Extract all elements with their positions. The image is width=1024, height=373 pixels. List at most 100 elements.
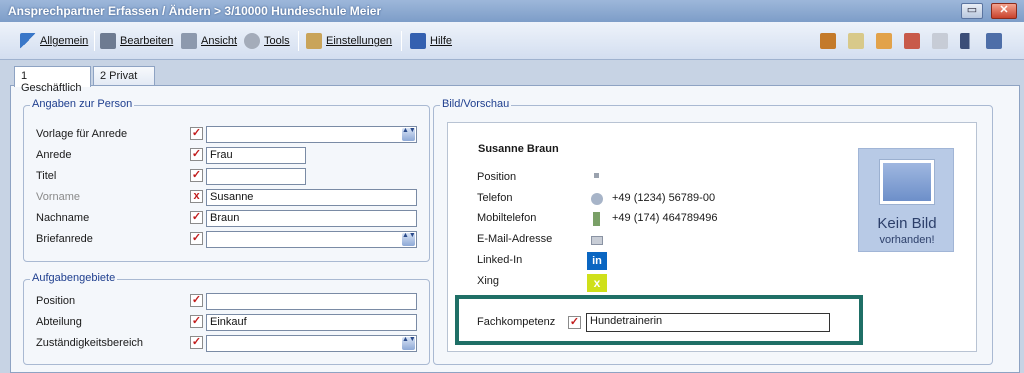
- view-icon: [181, 33, 197, 49]
- check-icon[interactable]: ✓: [190, 127, 203, 140]
- tasks-group: Aufgabengebiete Position ✓ Abteilung ✓ E…: [23, 272, 430, 365]
- edit-icon: [100, 33, 116, 49]
- menu-label: Einstellungen: [326, 35, 393, 47]
- xing-icon[interactable]: x: [587, 274, 607, 292]
- address-card-icon[interactable]: [848, 33, 864, 49]
- menu-hilfe[interactable]: Hilfe: [410, 32, 452, 50]
- field-label: Abteilung: [36, 316, 82, 328]
- check-icon[interactable]: ✓: [190, 148, 203, 161]
- menu-einstellungen[interactable]: Einstellungen: [306, 32, 392, 50]
- field-label: Briefanrede: [36, 233, 93, 245]
- vorname-input[interactable]: Susanne: [206, 189, 417, 206]
- dropdown-spin-icon[interactable]: ▲▼: [402, 127, 416, 141]
- field-label: Titel: [36, 170, 57, 182]
- field-briefanrede: Briefanrede ✓ ▲▼: [24, 230, 424, 250]
- check-icon[interactable]: ✓: [190, 294, 203, 307]
- field-label: Position: [36, 295, 76, 307]
- help-icon: [410, 33, 426, 49]
- no-picture-text: Kein Bild: [877, 215, 937, 232]
- separator: [94, 31, 95, 51]
- field-vorlage-anrede: Vorlage für Anrede ✓ ▲▼: [24, 125, 424, 145]
- check-icon[interactable]: ✓: [190, 232, 203, 245]
- no-picture-placeholder[interactable]: Kein Bild vorhanden!: [858, 148, 954, 252]
- save-icon[interactable]: [986, 33, 1002, 49]
- picture-placeholder-icon: [879, 159, 935, 205]
- card-row-telefon: Telefon: [477, 192, 513, 204]
- card-row-position: Position: [477, 171, 517, 183]
- check-icon[interactable]: ✓: [190, 315, 203, 328]
- contact-name: Susanne Braun: [478, 143, 559, 155]
- linkedin-icon[interactable]: in: [587, 252, 607, 270]
- check-icon[interactable]: ✓: [190, 169, 203, 182]
- arrow-icon: [20, 33, 36, 49]
- field-vorname: Vorname x Susanne: [24, 188, 424, 208]
- field-abteilung: Abteilung ✓ Einkauf: [24, 313, 424, 333]
- table-icon[interactable]: [904, 33, 920, 49]
- briefcase-icon[interactable]: [820, 33, 836, 49]
- vorlage-anrede-select[interactable]: ▲▼: [206, 126, 417, 143]
- menu-label: Allgemein: [40, 35, 89, 47]
- menu-bearbeiten[interactable]: Bearbeiten: [100, 32, 173, 50]
- menu-allgemein[interactable]: Allgemein: [20, 32, 88, 50]
- position-input[interactable]: [206, 293, 417, 310]
- minimize-button[interactable]: ▭: [961, 3, 983, 19]
- cross-icon[interactable]: x: [190, 190, 203, 203]
- forward-arrow-icon[interactable]: [960, 33, 976, 49]
- mobil-value: +49 (174) 464789496: [612, 212, 718, 224]
- dropdown-spin-icon[interactable]: ▲▼: [402, 232, 416, 246]
- toolbar: Allgemein Bearbeiten Ansicht Tools Einst…: [0, 22, 1024, 60]
- menu-ansicht[interactable]: Ansicht: [181, 32, 237, 50]
- check-icon[interactable]: ✓: [190, 211, 203, 224]
- zustaendigkeit-select[interactable]: ▲▼: [206, 335, 417, 352]
- field-label: Vorname: [36, 191, 81, 203]
- fachkompetenz-input[interactable]: Hundetrainerin: [586, 313, 830, 332]
- menu-label: Ansicht: [201, 35, 238, 47]
- title-bar: Ansprechpartner Erfassen / Ändern > 3/10…: [0, 0, 1024, 22]
- abteilung-input[interactable]: Einkauf: [206, 314, 417, 331]
- fachkompetenz-label: Fachkompetenz: [477, 316, 556, 328]
- field-anrede: Anrede ✓ Frau: [24, 146, 424, 166]
- email-icon[interactable]: [591, 236, 603, 245]
- card-row-email: E-Mail-Adresse: [477, 233, 553, 245]
- field-nachname: Nachname ✓ Braun: [24, 209, 424, 229]
- field-zustaendigkeit: Zuständigkeitsbereich ✓ ▲▼: [24, 334, 424, 354]
- field-label: Anrede: [36, 149, 72, 161]
- bullet-icon: [594, 173, 599, 178]
- nachname-input[interactable]: Braun: [206, 210, 417, 227]
- menu-label: Hilfe: [430, 35, 453, 47]
- field-label: Vorlage für Anrede: [36, 128, 128, 140]
- card-row-mobil: Mobiltelefon: [477, 212, 537, 224]
- menu-tools[interactable]: Tools: [244, 32, 290, 50]
- telefon-value: +49 (1234) 56789-00: [612, 192, 716, 204]
- fachkompetenz-highlight: Fachkompetenz ✓ Hundetrainerin: [455, 295, 863, 345]
- field-label: Nachname: [36, 212, 90, 224]
- check-icon[interactable]: ✓: [190, 336, 203, 349]
- phone-icon: [591, 193, 603, 205]
- separator: [401, 31, 402, 51]
- window-icon[interactable]: [932, 33, 948, 49]
- tools-icon: [244, 33, 260, 49]
- tab-privat[interactable]: 2 Privat: [93, 66, 155, 86]
- contact-icon[interactable]: [876, 33, 892, 49]
- window-title: Ansprechpartner Erfassen / Ändern > 3/10…: [8, 4, 382, 18]
- dropdown-spin-icon[interactable]: ▲▼: [402, 336, 416, 350]
- person-group: Angaben zur Person Vorlage für Anrede ✓ …: [23, 98, 430, 262]
- titel-input[interactable]: [206, 168, 306, 185]
- tab-geschaeftlich[interactable]: 1 Geschäftlich: [14, 66, 91, 94]
- menu-label: Tools: [264, 35, 290, 47]
- mobile-icon: [593, 212, 600, 226]
- card-row-xing: Xing: [477, 275, 500, 287]
- no-picture-subtext: vorhanden!: [879, 234, 935, 246]
- preview-legend: Bild/Vorschau: [440, 98, 512, 110]
- anrede-input[interactable]: Frau: [206, 147, 306, 164]
- check-icon[interactable]: ✓: [568, 316, 581, 329]
- person-legend: Angaben zur Person: [30, 98, 135, 110]
- menu-label: Bearbeiten: [120, 35, 174, 47]
- field-position: Position ✓: [24, 292, 424, 312]
- separator: [298, 31, 299, 51]
- card-row-linkedin: Linked-In: [477, 254, 523, 266]
- briefanrede-select[interactable]: ▲▼: [206, 231, 417, 248]
- settings-icon: [306, 33, 322, 49]
- close-button[interactable]: ✕: [991, 3, 1017, 19]
- field-titel: Titel ✓: [24, 167, 424, 187]
